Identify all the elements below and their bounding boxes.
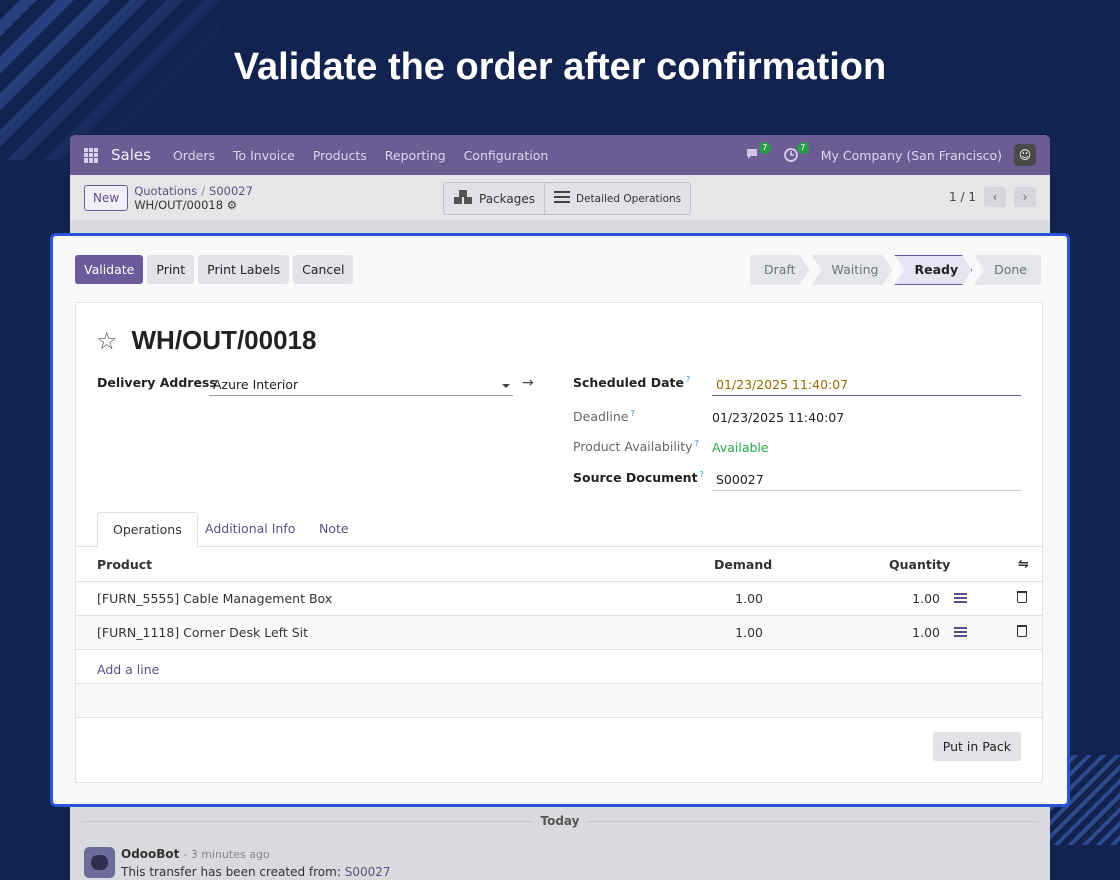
chatter: Today OdooBot - 3 minutes ago This trans… [70, 806, 1050, 880]
print-button[interactable]: Print [147, 255, 195, 284]
message-source-link[interactable]: S00027 [345, 865, 391, 879]
control-panel: New Quotations / S00027 WH/OUT/00018 ⚙ Pac… [70, 175, 1050, 220]
messages-badge: 7 [758, 142, 771, 154]
details-list-icon[interactable] [954, 593, 967, 604]
delivery-address-label: Delivery Address [97, 375, 217, 390]
column-quantity[interactable]: Quantity [889, 557, 950, 572]
product-availability-label: Product Availability [573, 439, 693, 455]
list-bars-icon [554, 191, 570, 206]
deadline-value: 01/23/2025 11:40:07 [712, 410, 845, 425]
pager-value[interactable]: 1 / 1 [949, 190, 976, 204]
apps-grid-icon[interactable] [84, 147, 99, 163]
cancel-button[interactable]: Cancel [293, 255, 354, 284]
app-name[interactable]: Sales [111, 146, 151, 164]
stage-ready[interactable]: Ready [894, 255, 972, 285]
column-product[interactable]: Product [97, 557, 152, 572]
stage-draft[interactable]: Draft [750, 255, 810, 285]
row-demand: 1.00 [735, 625, 763, 640]
table-row[interactable]: [FURN_5555] Cable Management Box 1.00 1.… [76, 582, 1042, 616]
column-settings-icon[interactable]: ⇋ [1018, 557, 1029, 572]
record-title: WH/OUT/00018 [131, 325, 317, 355]
stage-waiting[interactable]: Waiting [812, 255, 893, 285]
print-labels-button[interactable]: Print Labels [198, 255, 290, 284]
scheduled-date-label: Scheduled Date [573, 375, 684, 391]
add-line-row: Add a line [76, 650, 1042, 684]
new-button[interactable]: New [84, 184, 129, 211]
status-bar: Draft Waiting Ready Done [750, 255, 1043, 285]
source-document-label: Source Document [573, 470, 698, 486]
message-author[interactable]: OdooBot [121, 847, 179, 861]
nav-orders[interactable]: Orders [173, 148, 215, 163]
action-buttons: Validate Print Print Labels Cancel [75, 255, 354, 284]
help-icon[interactable]: ? [630, 409, 634, 418]
tab-operations[interactable]: Operations [97, 512, 198, 548]
breadcrumb-quotations[interactable]: Quotations [134, 184, 197, 198]
highlighted-form-panel: Validate Print Print Labels Cancel Draft… [50, 233, 1070, 807]
validate-button[interactable]: Validate [75, 255, 144, 284]
source-document-field[interactable]: S00027 [716, 472, 764, 487]
breadcrumb-current: WH/OUT/00018 [134, 197, 224, 212]
row-product[interactable]: [FURN_5555] Cable Management Box [97, 591, 332, 606]
smart-buttons: Packages Detailed Operations [443, 182, 692, 215]
nav-products[interactable]: Products [313, 148, 367, 163]
row-quantity[interactable]: 1.00 [876, 625, 940, 640]
headline: Validate the order after confirmation [233, 46, 887, 88]
nav-reporting[interactable]: Reporting [385, 148, 446, 163]
company-switcher[interactable]: My Company (San Francisco) [821, 148, 1002, 163]
activities-icon[interactable]: 7 [783, 142, 809, 163]
tab-note[interactable]: Note [304, 512, 364, 547]
odoobot-avatar [84, 847, 115, 878]
activities-badge: 7 [796, 142, 809, 154]
availability-value: Available [712, 440, 769, 455]
star-icon[interactable]: ☆ [96, 329, 118, 353]
table-row[interactable]: [FURN_1118] Corner Desk Left Sit 1.00 1.… [76, 616, 1042, 650]
message-text: This transfer has been created from: [121, 865, 341, 879]
packages-label: Packages [479, 191, 535, 206]
boxes-icon [453, 189, 473, 208]
stage-done[interactable]: Done [974, 255, 1041, 285]
gear-icon[interactable]: ⚙ [227, 198, 237, 212]
empty-row [76, 684, 1042, 718]
message-time: - 3 minutes ago [183, 848, 270, 861]
messages-icon[interactable]: 7 [745, 142, 771, 163]
nav-configuration[interactable]: Configuration [464, 148, 549, 163]
row-demand: 1.00 [735, 591, 763, 606]
pager-next-icon[interactable]: › [1014, 187, 1036, 207]
pager-previous-icon[interactable]: ‹ [984, 187, 1006, 207]
breadcrumb: Quotations / S00027 WH/OUT/00018 ⚙ [134, 183, 253, 212]
pager: 1 / 1 ‹ › [949, 187, 1036, 207]
form-sheet: ☆ WH/OUT/00018 Delivery Address Azure In… [75, 302, 1043, 783]
chevron-down-icon[interactable] [502, 384, 510, 388]
scheduled-date-field[interactable]: 01/23/2025 11:40:07 [716, 377, 848, 392]
put-in-pack-button[interactable]: Put in Pack [932, 732, 1021, 761]
help-icon[interactable]: ? [686, 375, 690, 384]
user-avatar[interactable]: ☺ [1014, 144, 1036, 166]
row-quantity[interactable]: 1.00 [876, 591, 940, 606]
help-icon[interactable]: ? [695, 439, 699, 448]
tab-additional-info[interactable]: Additional Info [190, 512, 310, 547]
deadline-label: Deadline [573, 409, 629, 425]
detailed-operations-button[interactable]: Detailed Operations [544, 183, 690, 214]
arrow-right-icon[interactable]: → [522, 375, 534, 391]
delivery-address-field[interactable]: Azure Interior [213, 377, 298, 392]
top-navbar: Sales Orders To Invoice Products Reporti… [70, 135, 1050, 175]
row-product[interactable]: [FURN_1118] Corner Desk Left Sit [97, 625, 308, 640]
help-icon[interactable]: ? [700, 470, 704, 479]
detailed-operations-label: Detailed Operations [576, 192, 682, 205]
breadcrumb-order[interactable]: S00027 [209, 184, 253, 198]
add-line-link[interactable]: Add a line [97, 662, 159, 677]
notebook-tabs: Operations Additional Info Note [76, 512, 1042, 548]
packages-button[interactable]: Packages [444, 183, 544, 214]
details-list-icon[interactable] [954, 627, 967, 638]
trash-icon[interactable] [1017, 625, 1027, 637]
today-separator: Today [532, 814, 588, 828]
trash-icon[interactable] [1017, 591, 1027, 603]
operations-table-header: Product Demand Quantity ⇋ [76, 547, 1042, 582]
column-demand[interactable]: Demand [714, 557, 772, 572]
nav-to-invoice[interactable]: To Invoice [233, 148, 295, 163]
